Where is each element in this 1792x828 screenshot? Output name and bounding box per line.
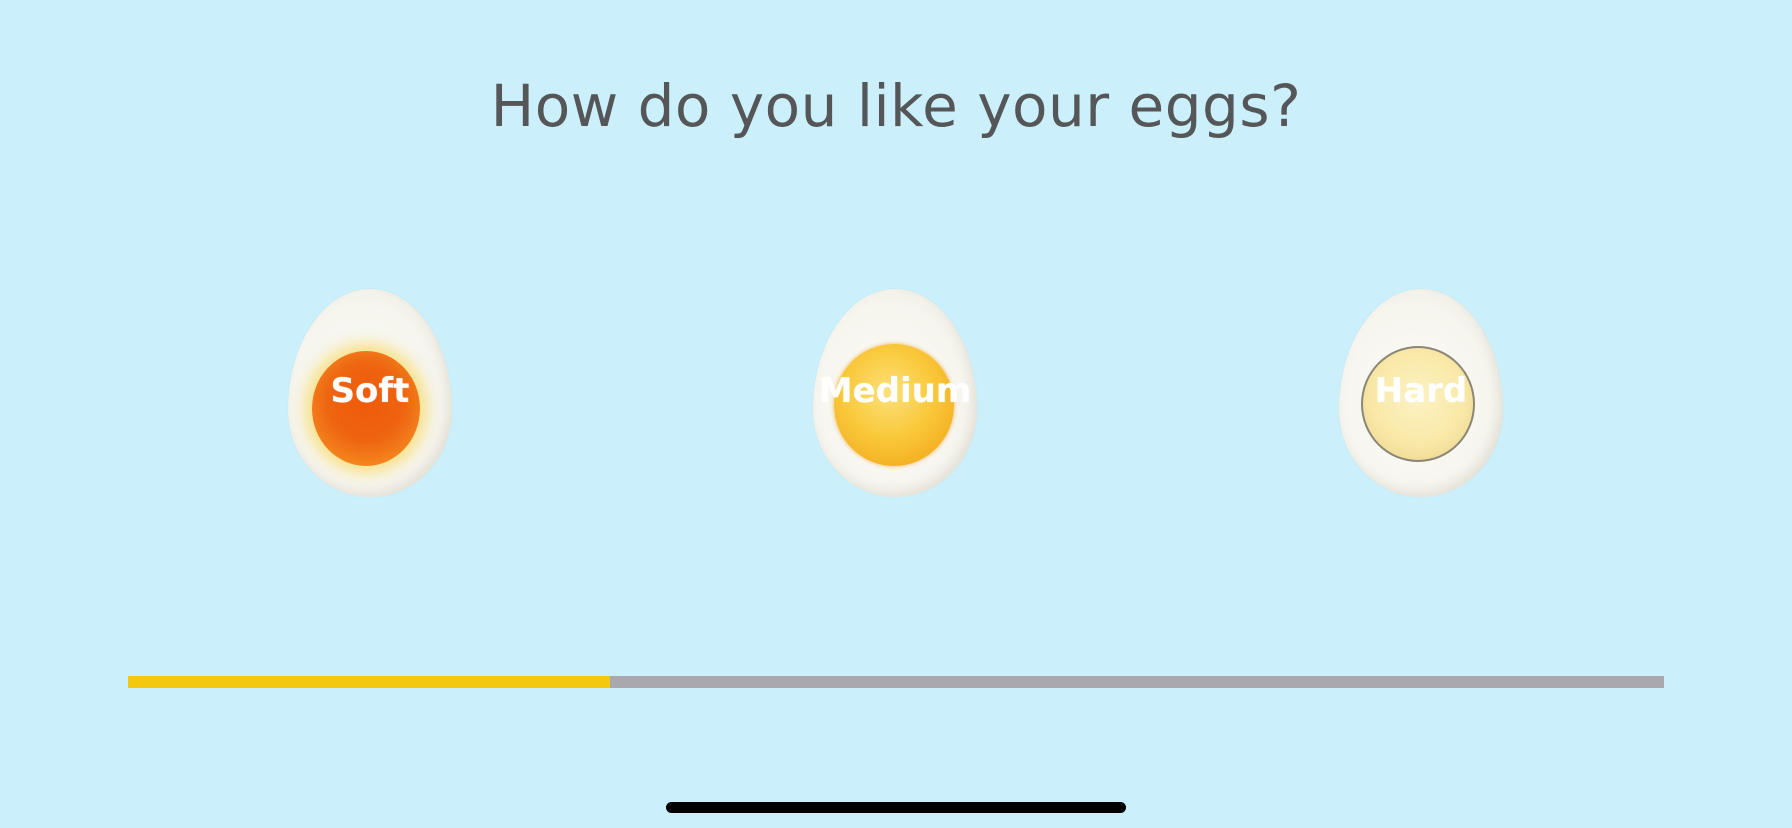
hard-label: Hard: [1374, 371, 1468, 411]
soft-egg-button[interactable]: Soft: [288, 289, 452, 497]
progress-fill: [128, 676, 611, 688]
timer-progress-bar: [128, 676, 1664, 688]
medium-egg-button[interactable]: Medium: [813, 289, 977, 497]
medium-label: Medium: [818, 371, 972, 411]
soft-label: Soft: [330, 371, 410, 411]
home-indicator[interactable]: [666, 802, 1126, 813]
hard-egg-button[interactable]: Hard: [1339, 289, 1503, 497]
page-title: How do you like your eggs?: [490, 72, 1302, 140]
